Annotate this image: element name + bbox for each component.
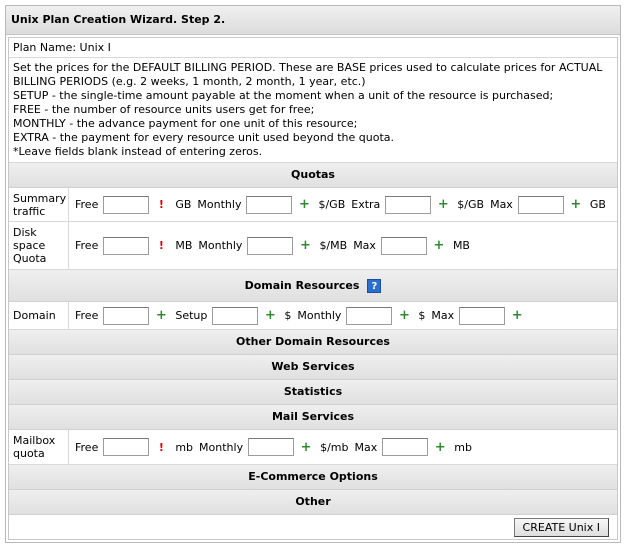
unit-label: $/GB [457, 198, 485, 211]
required-icon: ! [158, 440, 164, 454]
add-icon: + [300, 439, 312, 455]
section-domain-resources-label: Domain Resources [244, 279, 360, 292]
instructions-line: BILLING PERIODS (e.g. 2 weeks, 1 month, … [13, 75, 366, 88]
unit-label: MB [452, 239, 470, 252]
traffic-free-input[interactable] [103, 195, 150, 214]
unit-label: GB [589, 198, 606, 211]
free-label: Free [75, 198, 99, 211]
mailbox-monthly-input[interactable] [248, 438, 295, 456]
section-ecommerce-options[interactable]: E-Commerce Options [9, 465, 617, 490]
add-icon: + [570, 197, 582, 212]
disk-free-input[interactable] [103, 236, 150, 255]
domain-setup-input[interactable] [212, 306, 259, 325]
instructions-line: *Leave fields blank instead of entering … [13, 145, 263, 158]
setup-label: Setup [175, 309, 208, 322]
add-icon: + [264, 308, 276, 323]
required-icon: ! [158, 198, 164, 211]
plan-name: Plan Name: Unix I [9, 38, 617, 58]
max-label: Max [490, 198, 513, 211]
section-quotas: Quotas [9, 163, 617, 188]
summary-traffic-label: Summary traffic [9, 188, 69, 221]
traffic-monthly-input[interactable] [246, 195, 293, 214]
unit-label: $/GB [318, 198, 346, 211]
domain-label: Domain [9, 302, 69, 329]
traffic-max-input[interactable] [517, 195, 564, 214]
add-icon: + [299, 197, 310, 212]
traffic-extra-input[interactable] [385, 195, 432, 214]
add-icon: + [511, 308, 523, 323]
extra-label: Extra [351, 198, 381, 211]
form-footer: CREATE Unix I [9, 515, 617, 539]
instructions-line: FREE - the number of resource units user… [13, 103, 315, 116]
add-icon: + [433, 238, 445, 253]
help-icon[interactable]: ? [367, 279, 382, 293]
instructions-line: MONTHLY - the advance payment for one un… [13, 117, 358, 130]
max-label: Max [353, 239, 376, 252]
domain-max-input[interactable] [459, 306, 506, 325]
section-statistics[interactable]: Statistics [9, 380, 617, 405]
domain-monthly-input[interactable] [346, 306, 393, 325]
max-label: Max [431, 309, 455, 322]
wizard-title: Unix Plan Creation Wizard. Step 2. [6, 6, 620, 35]
free-label: Free [75, 309, 99, 322]
instructions-line: EXTRA - the payment for every resource u… [13, 131, 394, 144]
monthly-label: Monthly [198, 239, 243, 252]
add-icon: + [437, 197, 449, 212]
wizard-form: Plan Name: Unix I Set the prices for the… [8, 37, 618, 540]
monthly-label: Monthly [297, 309, 342, 322]
required-icon: ! [158, 239, 164, 252]
row-domain: Domain Free + Setup + $ Monthly + $ Max … [9, 302, 617, 330]
unit-label: $/mb [320, 440, 349, 454]
unit-label: MB [175, 239, 193, 252]
unit-label: mb [454, 440, 472, 454]
disk-space-label: Disk space Quota [9, 222, 69, 269]
row-mailbox-quota: Mailbox quota Free ! mb Monthly + $/mb Ma… [9, 430, 617, 465]
mailbox-quota-label: Mailbox quota [9, 430, 69, 464]
unit-label: GB [175, 198, 192, 211]
unit-label: mb [175, 440, 194, 454]
section-domain-resources: Domain Resources? [9, 270, 617, 302]
instructions-line: SETUP - the single-time amount payable a… [13, 89, 554, 102]
section-web-services[interactable]: Web Services [9, 355, 617, 380]
wizard-window: Unix Plan Creation Wizard. Step 2. Plan … [5, 5, 621, 543]
section-other-domain-resources[interactable]: Other Domain Resources [9, 330, 617, 355]
section-mail-services[interactable]: Mail Services [9, 405, 617, 430]
add-icon: + [434, 439, 446, 455]
instructions-line: Set the prices for the DEFAULT BILLING P… [13, 61, 603, 74]
free-label: Free [75, 239, 99, 252]
section-other[interactable]: Other [9, 490, 617, 515]
monthly-label: Monthly [199, 440, 244, 454]
max-label: Max [354, 440, 378, 454]
add-icon: + [155, 308, 167, 323]
add-icon: + [398, 308, 410, 323]
row-disk-space: Disk space Quota Free ! MB Monthly + $/MB … [9, 222, 617, 270]
disk-max-input[interactable] [380, 236, 427, 255]
mailbox-free-input[interactable] [103, 438, 150, 456]
monthly-label: Monthly [197, 198, 242, 211]
disk-monthly-input[interactable] [247, 236, 294, 255]
instructions: Set the prices for the DEFAULT BILLING P… [9, 58, 617, 163]
domain-free-input[interactable] [103, 306, 150, 325]
free-label: Free [75, 440, 99, 454]
row-summary-traffic: Summary traffic Free ! GB Monthly + $/GB … [9, 188, 617, 222]
mailbox-max-input[interactable] [382, 438, 429, 456]
unit-label: $ [284, 309, 292, 322]
unit-label: $/MB [319, 239, 348, 252]
add-icon: + [299, 238, 311, 253]
create-plan-button[interactable]: CREATE Unix I [513, 518, 609, 537]
unit-label: $ [418, 309, 426, 322]
